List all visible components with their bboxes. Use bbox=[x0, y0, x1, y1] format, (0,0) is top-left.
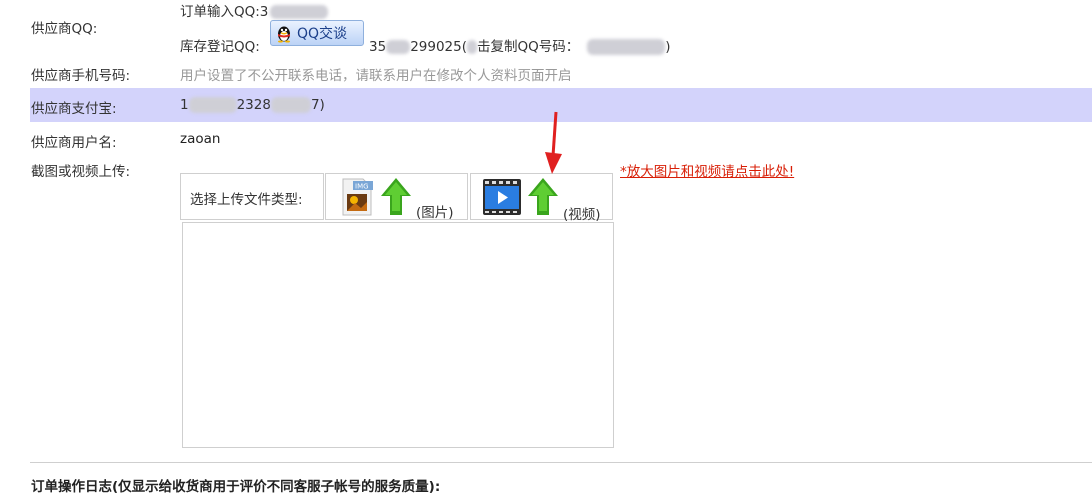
upload-arrow-icon bbox=[528, 178, 558, 215]
section-divider bbox=[30, 462, 1092, 463]
supplier-alipay-value: 1 2328 7) bbox=[180, 97, 325, 113]
redacted-copy-prefix bbox=[467, 40, 477, 54]
upload-video-option[interactable]: (视频) bbox=[470, 173, 613, 223]
video-option-label: (视频) bbox=[563, 207, 601, 223]
upload-type-text: 选择上传文件类型: bbox=[190, 192, 303, 208]
video-file-icon bbox=[483, 179, 521, 215]
annotation-arrow-icon bbox=[545, 111, 562, 174]
stock-qq: 库存登记QQ: bbox=[180, 35, 260, 55]
qq-chat-label: QQ交谈 bbox=[297, 26, 348, 42]
upload-arrow-icon bbox=[381, 178, 411, 215]
order-input-qq-label: 订单输入QQ:3 bbox=[180, 4, 269, 20]
enlarge-media-link[interactable]: *放大图片和视频请点击此处! bbox=[620, 160, 794, 180]
qq-penguin-icon bbox=[278, 26, 290, 43]
qq-chat-button[interactable]: QQ交谈 bbox=[270, 20, 364, 46]
svg-text:IMG: IMG bbox=[355, 183, 369, 191]
supplier-qq-label: 供应商QQ: bbox=[31, 21, 98, 37]
redacted-alipay-1 bbox=[188, 97, 237, 113]
supplier-alipay-label: 供应商支付宝: bbox=[31, 101, 117, 117]
redacted-stock-qq bbox=[386, 40, 411, 54]
copy-close-paren: ) bbox=[665, 39, 671, 55]
redacted-copy-qq bbox=[587, 39, 666, 55]
order-input-qq: 订单输入QQ:3 bbox=[180, 0, 329, 20]
alipay-value-end: 7) bbox=[310, 97, 325, 113]
supplier-username-label: 供应商用户名: bbox=[31, 135, 117, 151]
supplier-phone-value: 用户设置了不公开联系电话，请联系用户在修改个人资料页面开启 bbox=[180, 68, 572, 84]
stock-qq-value: 35 299025( 击复制QQ号码：) bbox=[369, 35, 671, 55]
stock-qq-tail: 299025( bbox=[410, 39, 467, 55]
stock-qq-label: 库存登记QQ: bbox=[180, 39, 260, 55]
supplier-phone-label: 供应商手机号码: bbox=[31, 68, 131, 84]
redacted-alipay-2 bbox=[270, 97, 311, 113]
supplier-username-value: zaoan bbox=[180, 131, 221, 147]
upload-preview-area[interactable] bbox=[182, 222, 614, 448]
alipay-value-start: 1 bbox=[180, 97, 189, 113]
upload-label: 截图或视频上传: bbox=[31, 164, 131, 180]
copy-qq-link[interactable]: 击复制QQ号码： bbox=[477, 39, 579, 55]
image-option-label: (图片) bbox=[416, 205, 454, 221]
image-file-icon: IMG bbox=[342, 178, 373, 216]
redacted-order-qq bbox=[270, 5, 329, 19]
alipay-value-mid: 2328 bbox=[236, 97, 271, 113]
upload-image-option[interactable]: IMG (图片) bbox=[325, 173, 468, 221]
upload-type-selector-label: 选择上传文件类型: bbox=[180, 173, 324, 220]
order-log-title: 订单操作日志(仅显示给收货商用于评价不同客服子帐号的服务质量): bbox=[31, 479, 441, 495]
stock-qq-partial: 35 bbox=[369, 39, 387, 55]
